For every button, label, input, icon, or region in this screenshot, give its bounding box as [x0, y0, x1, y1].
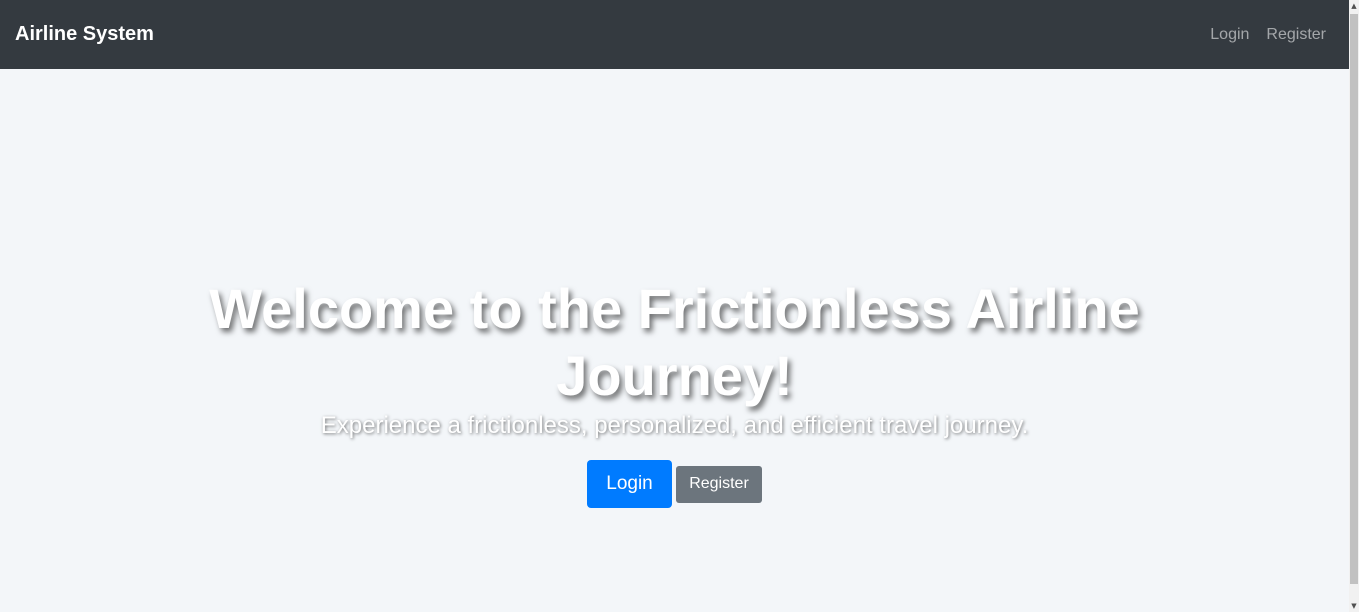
- scroll-down-arrow-icon[interactable]: ▼: [1349, 601, 1359, 611]
- hero-section: Welcome to the Frictionless Airline Jour…: [0, 69, 1349, 612]
- navbar: Airline System Login Register: [0, 0, 1349, 69]
- scrollbar-thumb[interactable]: [1350, 14, 1358, 584]
- nav-register-link[interactable]: Register: [1266, 26, 1326, 44]
- login-button[interactable]: Login: [587, 460, 672, 508]
- hero-buttons: Login Register: [587, 460, 762, 508]
- page: Airline System Login Register Welcome to…: [0, 0, 1359, 612]
- scroll-up-arrow-icon[interactable]: ▲: [1349, 1, 1359, 11]
- hero-subtitle: Experience a frictionless, personalized,…: [320, 412, 1029, 439]
- brand-logo[interactable]: Airline System: [15, 23, 154, 46]
- vertical-scrollbar[interactable]: ▲ ▼: [1349, 0, 1359, 612]
- nav-links: Login Register: [1210, 26, 1326, 44]
- hero-title: Welcome to the Frictionless Airline Jour…: [209, 277, 1140, 407]
- register-button[interactable]: Register: [676, 465, 762, 503]
- nav-login-link[interactable]: Login: [1210, 26, 1249, 44]
